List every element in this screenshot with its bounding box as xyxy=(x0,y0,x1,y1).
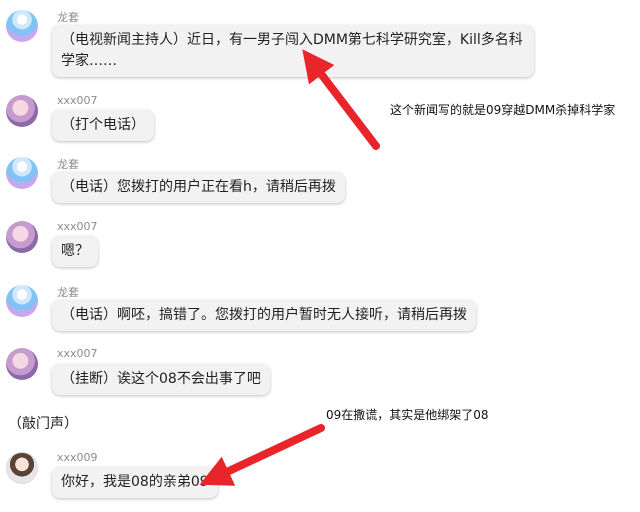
chat-screenshot: 龙套 （电视新闻主持人）近日，有一男子闯入DMM第七科学研究室，Kill多名科学… xyxy=(0,0,640,512)
annotation-note: 这个新闻写的就是09穿越DMM杀掉科学家 xyxy=(390,103,616,117)
red-arrow xyxy=(199,424,325,486)
long-avatar[interactable] xyxy=(6,285,38,317)
narration-text: （敲门声） xyxy=(8,416,78,432)
message-bubble: （电话）您拨打的用户正在看h，请稍后再拨 xyxy=(52,172,345,203)
xxx007-avatar[interactable] xyxy=(6,221,38,253)
sender-name: 龙套 xyxy=(57,11,79,24)
message-bubble: （挂断）诶这个08不会出事了吧 xyxy=(52,364,270,395)
sender-name: 龙套 xyxy=(57,286,79,299)
message-bubble: （电视新闻主持人）近日，有一男子闯入DMM第七科学研究室，Kill多名科学家…… xyxy=(52,25,534,77)
message-bubble: （电话）啊呸，搞错了。您拨打的用户暂时无人接听，请稍后再拨 xyxy=(52,300,476,331)
annotation-note: 09在撒谎，其实是他绑架了08 xyxy=(326,408,489,422)
message-bubble: 嗯？ xyxy=(52,236,98,267)
long-avatar[interactable] xyxy=(6,157,38,189)
sender-name: 龙套 xyxy=(57,158,79,171)
xxx009-avatar[interactable] xyxy=(6,452,38,484)
message-bubble: 你好，我是08的亲弟09 xyxy=(52,467,218,498)
xxx007-avatar[interactable] xyxy=(6,348,38,380)
sender-name: xxx009 xyxy=(57,451,98,464)
long-avatar[interactable] xyxy=(6,10,38,42)
xxx007-avatar[interactable] xyxy=(6,95,38,127)
message-bubble: （打个电话） xyxy=(52,110,154,141)
sender-name: xxx007 xyxy=(57,220,98,233)
sender-name: xxx007 xyxy=(57,94,98,107)
sender-name: xxx007 xyxy=(57,347,98,360)
